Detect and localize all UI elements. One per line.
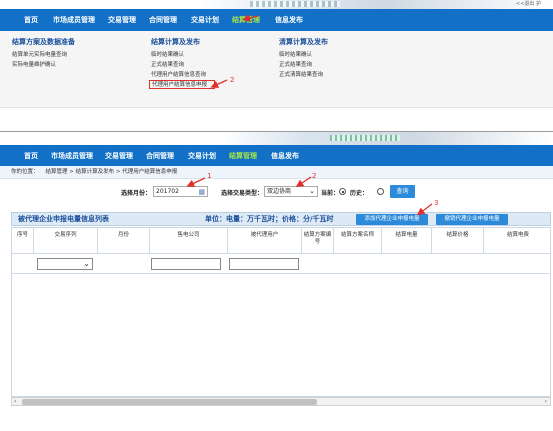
annotation-arrow [210,79,228,88]
annotation-arrow [242,14,259,22]
annotation-arrow [186,177,206,187]
annotation-arrow [416,203,433,216]
annotation-arrows [186,14,433,216]
annotation-arrow [295,176,312,188]
